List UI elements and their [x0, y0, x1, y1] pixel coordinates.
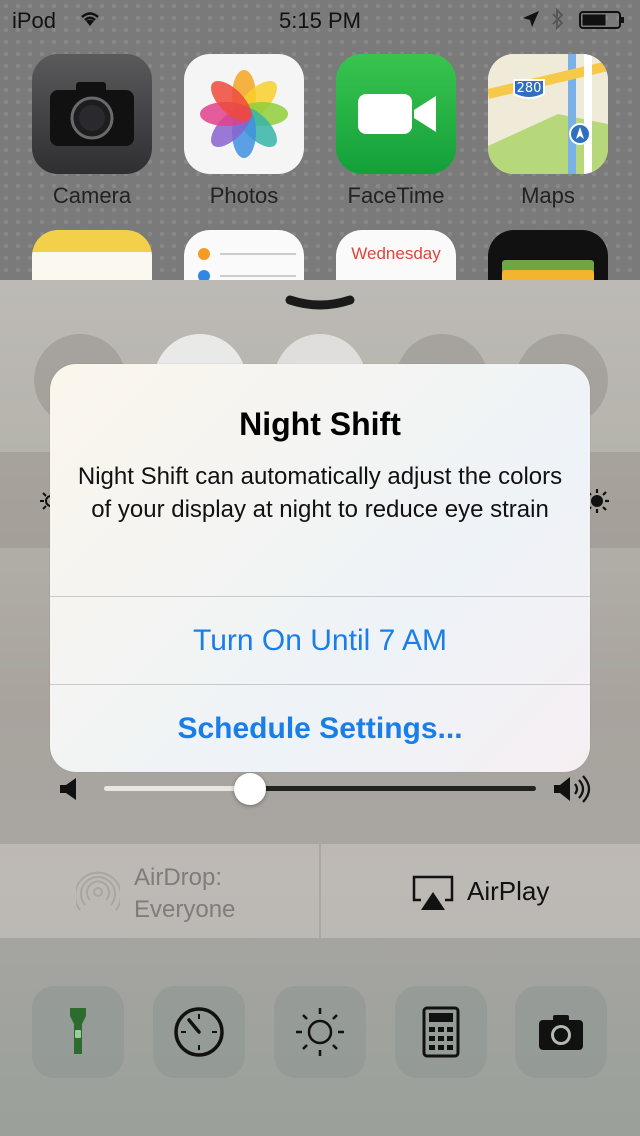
- camera-app-icon: [32, 54, 152, 174]
- volume-track-empty: [250, 786, 536, 791]
- alert-message: Night Shift can automatically adjust the…: [77, 463, 563, 523]
- app-label: Maps: [521, 183, 575, 208]
- timer-button[interactable]: [153, 986, 245, 1078]
- timer-icon: [174, 1007, 224, 1057]
- airdrop-button[interactable]: AirDrop: Everyone: [0, 844, 319, 938]
- airdrop-line1: AirDrop:: [134, 864, 223, 891]
- calculator-icon: [422, 1006, 460, 1058]
- calculator-button[interactable]: [395, 986, 487, 1078]
- flashlight-button[interactable]: [32, 986, 124, 1078]
- camera-icon: [539, 1015, 583, 1050]
- battery-icon: [579, 11, 624, 29]
- location-icon: [523, 11, 539, 27]
- volume-track-filled: [104, 786, 250, 791]
- volume-knob[interactable]: [234, 773, 266, 805]
- app-label: Camera: [52, 183, 132, 208]
- volume-slider[interactable]: [0, 770, 640, 810]
- photos-app-icon: [184, 54, 304, 174]
- volume-low-icon: [60, 778, 76, 800]
- app-label: FaceTime: [347, 183, 445, 208]
- app-photos[interactable]: Photos: [184, 54, 304, 209]
- chevron-down-icon[interactable]: [284, 294, 356, 316]
- airdrop-line2: Everyone: [134, 896, 236, 923]
- alert-title: Night Shift: [239, 406, 401, 442]
- facetime-app-icon: [336, 54, 456, 174]
- airplay-button[interactable]: AirPlay: [321, 844, 640, 938]
- airplay-icon: [412, 875, 454, 910]
- airdrop-icon: [76, 871, 120, 911]
- calendar-weekday: Wednesday: [351, 244, 441, 263]
- night-shift-alert: Night Shift Night Shift can automaticall…: [50, 364, 590, 772]
- airdrop-label: AirDrop: Everyone: [134, 862, 235, 926]
- maps-shield-label: 280: [517, 81, 542, 96]
- airplay-label: AirPlay: [467, 876, 550, 906]
- status-time: 5:15 PM: [279, 8, 361, 33]
- home-screen: iPod 5:15 PM Camera Photos FaceTime 280 …: [0, 0, 640, 350]
- volume-high-icon: [554, 775, 591, 803]
- app-camera[interactable]: Camera: [32, 54, 152, 209]
- app-facetime[interactable]: FaceTime: [336, 54, 456, 209]
- app-maps[interactable]: 280 Maps: [488, 54, 608, 209]
- app-label: Photos: [209, 183, 279, 208]
- night-shift-button[interactable]: [274, 986, 366, 1078]
- bluetooth-icon: [552, 8, 564, 30]
- turn-on-until-button[interactable]: Turn On Until 7 AM: [50, 597, 590, 684]
- share-row: AirDrop: Everyone AirPlay: [0, 844, 640, 938]
- status-bar: iPod 5:15 PM: [0, 0, 640, 40]
- night-shift-icon: [296, 1008, 344, 1056]
- maps-app-icon: 280: [488, 54, 608, 174]
- schedule-settings-button[interactable]: Schedule Settings...: [50, 685, 590, 772]
- flashlight-icon: [70, 1008, 86, 1054]
- camera-button[interactable]: [515, 986, 607, 1078]
